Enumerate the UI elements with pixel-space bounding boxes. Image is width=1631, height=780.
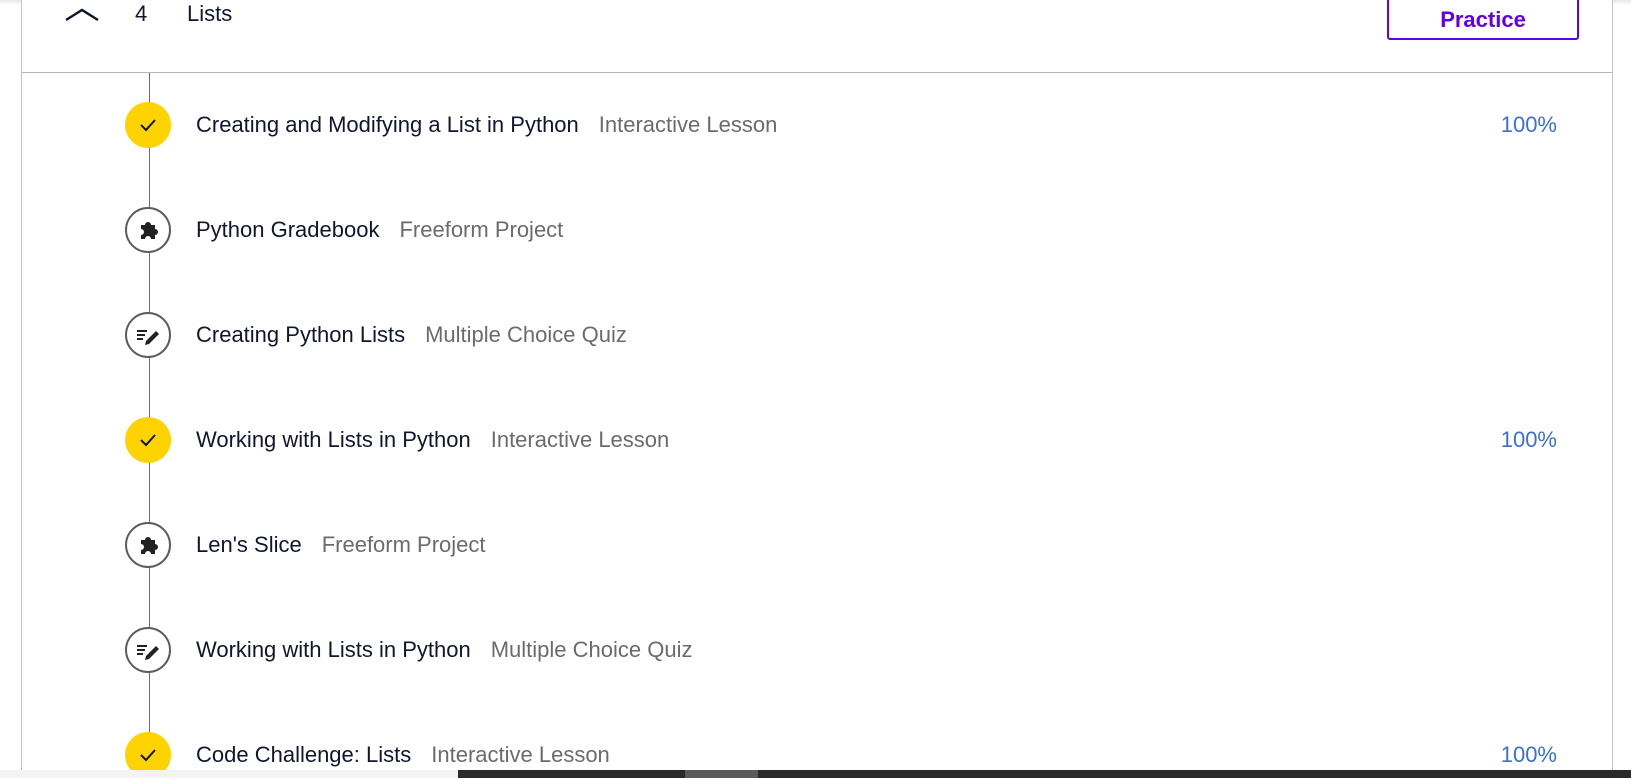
item-type: Freeform Project	[321, 532, 486, 557]
puzzle-icon	[125, 207, 171, 253]
list-item[interactable]: Working with Lists in Python Interactive …	[22, 415, 1612, 465]
item-title[interactable]: Creating Python Lists	[196, 322, 405, 347]
chevron-up-icon[interactable]	[62, 2, 102, 26]
item-title[interactable]: Creating and Modifying a List in Python	[196, 112, 579, 137]
module-panel: 4 Lists Practice Creating and Modifying …	[21, 0, 1613, 778]
quiz-pencil-icon	[125, 627, 171, 673]
list-item[interactable]: Len's Slice Freeform Project	[22, 520, 1612, 570]
item-type: Multiple Choice Quiz	[490, 637, 693, 662]
item-type: Multiple Choice Quiz	[425, 322, 627, 347]
item-title[interactable]: Code Challenge: Lists	[196, 742, 411, 767]
list-item[interactable]: Creating and Modifying a List in Python I…	[22, 100, 1612, 150]
practice-button[interactable]: Practice	[1387, 0, 1579, 40]
item-type: Interactive Lesson	[431, 742, 610, 767]
list-item[interactable]: Creating Python Lists Multiple Choice Qui…	[22, 310, 1612, 360]
check-icon	[125, 417, 171, 463]
item-type: Interactive Lesson	[598, 112, 778, 137]
quiz-pencil-icon	[125, 312, 171, 358]
item-title[interactable]: Len's Slice	[196, 532, 302, 557]
item-progress: 100%	[1500, 427, 1557, 452]
module-title: Lists	[187, 1, 233, 26]
check-icon	[125, 102, 171, 148]
scrollbar-thumb[interactable]	[685, 770, 758, 778]
list-item[interactable]: Python Gradebook Freeform Project	[22, 205, 1612, 255]
module-header: 4 Lists Practice	[22, 0, 1612, 73]
module-number: 4	[135, 1, 148, 26]
item-type: Interactive Lesson	[490, 427, 670, 452]
list-item[interactable]: Working with Lists in Python Multiple Cho…	[22, 625, 1612, 675]
item-type: Freeform Project	[399, 217, 564, 242]
item-progress: 100%	[1500, 112, 1557, 137]
item-title[interactable]: Working with Lists in Python	[196, 427, 471, 452]
puzzle-icon	[125, 522, 171, 568]
item-progress: 100%	[1500, 742, 1557, 767]
item-title[interactable]: Working with Lists in Python	[196, 637, 471, 662]
horizontal-scrollbar[interactable]	[458, 770, 1631, 778]
item-title[interactable]: Python Gradebook	[196, 217, 379, 242]
